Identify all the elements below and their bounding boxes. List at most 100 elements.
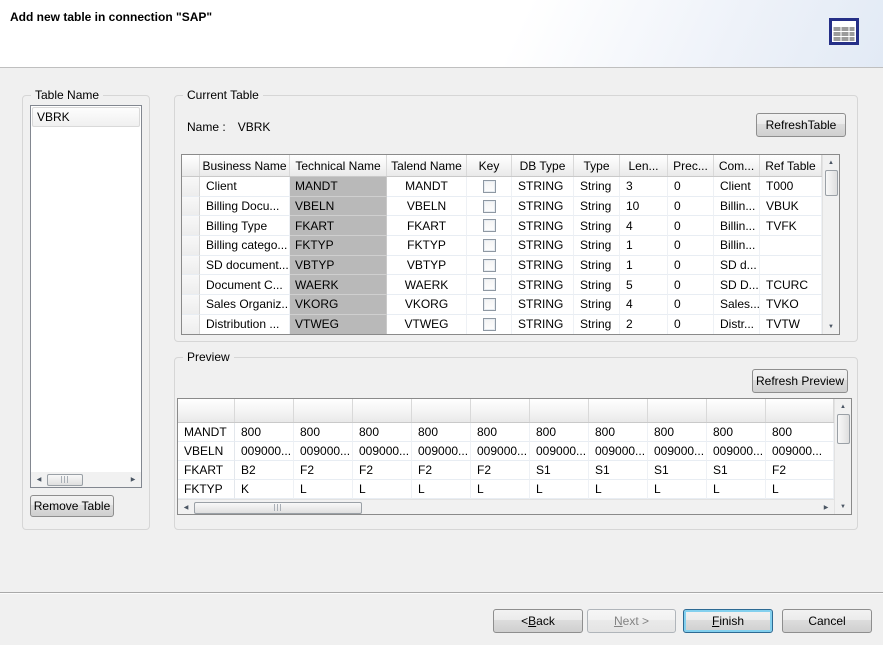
scroll-up-icon[interactable]: ▲ xyxy=(835,399,851,414)
db-type-cell[interactable]: STRING xyxy=(512,236,574,256)
type-cell[interactable]: String xyxy=(574,275,620,295)
column-header-talend-name[interactable]: Talend Name xyxy=(387,155,467,176)
remove-table-button[interactable]: Remove Table xyxy=(30,495,114,517)
row-selector[interactable] xyxy=(182,256,200,276)
ref-table-cell[interactable]: T000 xyxy=(760,177,822,197)
schema-row-vbtyp[interactable]: SD document...VBTYPVBTYPSTRINGString10SD… xyxy=(182,256,822,276)
db-type-cell[interactable]: STRING xyxy=(512,275,574,295)
technical-name-cell[interactable]: MANDT xyxy=(290,177,387,197)
talend-name-cell[interactable]: VTWEG xyxy=(387,315,467,334)
precision-cell[interactable]: 0 xyxy=(668,256,714,276)
key-checkbox[interactable] xyxy=(483,200,496,213)
schema-row-vtweg[interactable]: Distribution ...VTWEGVTWEGSTRINGString20… xyxy=(182,315,822,334)
column-header-com[interactable]: Com... xyxy=(714,155,760,176)
comment-cell[interactable]: Client xyxy=(714,177,760,197)
ref-table-cell[interactable]: TCURC xyxy=(760,275,822,295)
key-checkbox[interactable] xyxy=(483,278,496,291)
column-header-technical-name[interactable]: Technical Name xyxy=(290,155,387,176)
type-cell[interactable]: String xyxy=(574,177,620,197)
technical-name-cell[interactable]: VTWEG xyxy=(290,315,387,334)
preview-column-header[interactable] xyxy=(471,399,530,422)
comment-cell[interactable]: Billin... xyxy=(714,236,760,256)
scroll-right-icon[interactable]: ▶ xyxy=(125,472,141,487)
technical-name-cell[interactable]: FKART xyxy=(290,216,387,236)
business-name-cell[interactable]: Client xyxy=(200,177,290,197)
finish-button[interactable]: Finish xyxy=(683,609,773,633)
row-selector[interactable] xyxy=(182,236,200,256)
comment-cell[interactable]: Billin... xyxy=(714,216,760,236)
precision-cell[interactable]: 0 xyxy=(668,216,714,236)
comment-cell[interactable]: SD D... xyxy=(714,275,760,295)
column-header-prec[interactable]: Prec... xyxy=(668,155,714,176)
schema-table-vscrollbar[interactable]: ▲ ▼ xyxy=(822,155,839,334)
scrollbar-thumb[interactable] xyxy=(47,474,83,486)
business-name-cell[interactable]: Billing Docu... xyxy=(200,197,290,217)
type-cell[interactable]: String xyxy=(574,197,620,217)
column-header-db-type[interactable]: DB Type xyxy=(512,155,574,176)
key-cell[interactable] xyxy=(467,236,512,256)
scroll-down-icon[interactable]: ▼ xyxy=(835,499,851,514)
length-cell[interactable]: 3 xyxy=(620,177,668,197)
row-selector[interactable] xyxy=(182,275,200,295)
db-type-cell[interactable]: STRING xyxy=(512,315,574,334)
preview-column-header[interactable] xyxy=(530,399,589,422)
key-checkbox[interactable] xyxy=(483,318,496,331)
ref-table-cell[interactable]: TVFK xyxy=(760,216,822,236)
preview-column-header[interactable] xyxy=(707,399,766,422)
talend-name-cell[interactable]: FKTYP xyxy=(387,236,467,256)
comment-cell[interactable]: Billin... xyxy=(714,197,760,217)
length-cell[interactable]: 1 xyxy=(620,256,668,276)
ref-table-cell[interactable] xyxy=(760,236,822,256)
preview-column-header[interactable] xyxy=(178,399,235,422)
key-cell[interactable] xyxy=(467,295,512,315)
schema-row-fkart[interactable]: Billing TypeFKARTFKARTSTRINGString40Bill… xyxy=(182,216,822,236)
comment-cell[interactable]: Sales... xyxy=(714,295,760,315)
schema-row-vkorg[interactable]: Sales Organiz...VKORGVKORGSTRINGString40… xyxy=(182,295,822,315)
preview-column-header[interactable] xyxy=(766,399,834,422)
talend-name-cell[interactable]: VKORG xyxy=(387,295,467,315)
business-name-cell[interactable]: SD document... xyxy=(200,256,290,276)
refresh-table-button[interactable]: RefreshTable xyxy=(756,113,846,137)
precision-cell[interactable]: 0 xyxy=(668,295,714,315)
column-header-business-name[interactable]: Business Name xyxy=(200,155,290,176)
business-name-cell[interactable]: Document C... xyxy=(200,275,290,295)
table-list-item-vbrk[interactable]: VBRK xyxy=(32,107,140,127)
preview-table-vscrollbar[interactable]: ▲ ▼ xyxy=(834,399,851,514)
ref-table-cell[interactable]: VBUK xyxy=(760,197,822,217)
db-type-cell[interactable]: STRING xyxy=(512,295,574,315)
precision-cell[interactable]: 0 xyxy=(668,236,714,256)
comment-cell[interactable]: Distr... xyxy=(714,315,760,334)
talend-name-cell[interactable]: VBELN xyxy=(387,197,467,217)
key-checkbox[interactable] xyxy=(483,259,496,272)
ref-table-cell[interactable]: TVTW xyxy=(760,315,822,334)
precision-cell[interactable]: 0 xyxy=(668,177,714,197)
schema-row-mandt[interactable]: ClientMANDTMANDTSTRINGString30ClientT000 xyxy=(182,177,822,197)
table-list-hscrollbar[interactable]: ◀ ▶ xyxy=(31,472,141,487)
column-header-row-selector[interactable] xyxy=(182,155,200,176)
business-name-cell[interactable]: Distribution ... xyxy=(200,315,290,334)
key-checkbox[interactable] xyxy=(483,298,496,311)
key-cell[interactable] xyxy=(467,315,512,334)
technical-name-cell[interactable]: WAERK xyxy=(290,275,387,295)
type-cell[interactable]: String xyxy=(574,315,620,334)
preview-column-header[interactable] xyxy=(648,399,707,422)
preview-column-header[interactable] xyxy=(353,399,412,422)
key-checkbox[interactable] xyxy=(483,219,496,232)
preview-table-hscrollbar[interactable]: ◀ ▶ xyxy=(178,499,834,514)
table-name-list[interactable]: VBRK ◀ ▶ xyxy=(30,105,142,488)
column-header-type[interactable]: Type xyxy=(574,155,620,176)
type-cell[interactable]: String xyxy=(574,216,620,236)
technical-name-cell[interactable]: VKORG xyxy=(290,295,387,315)
key-cell[interactable] xyxy=(467,197,512,217)
db-type-cell[interactable]: STRING xyxy=(512,256,574,276)
key-checkbox[interactable] xyxy=(483,180,496,193)
row-selector[interactable] xyxy=(182,177,200,197)
technical-name-cell[interactable]: VBTYP xyxy=(290,256,387,276)
precision-cell[interactable]: 0 xyxy=(668,315,714,334)
scrollbar-thumb[interactable] xyxy=(837,414,850,444)
column-header-len[interactable]: Len... xyxy=(620,155,668,176)
row-selector[interactable] xyxy=(182,295,200,315)
ref-table-cell[interactable]: TVKO xyxy=(760,295,822,315)
schema-row-waerk[interactable]: Document C...WAERKWAERKSTRINGString50SD … xyxy=(182,275,822,295)
preview-column-header[interactable] xyxy=(294,399,353,422)
